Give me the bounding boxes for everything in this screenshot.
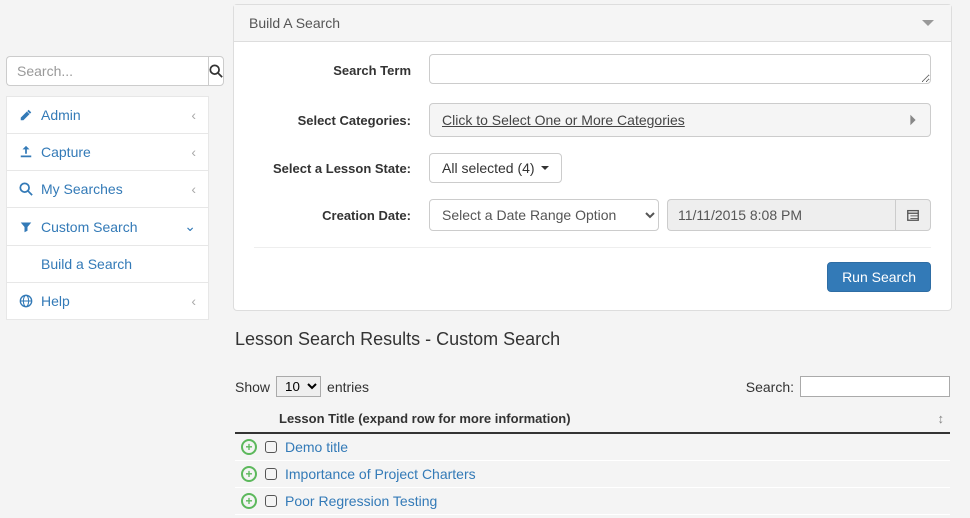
date-display — [667, 199, 895, 231]
search-input[interactable] — [6, 56, 208, 86]
lesson-link[interactable]: Importance of Project Charters — [285, 466, 476, 482]
sidebar-item-my-searches[interactable]: My Searches ‹ — [6, 171, 209, 208]
categories-select[interactable]: Click to Select One or More Categories — [429, 103, 931, 137]
calendar-button[interactable] — [895, 199, 931, 231]
table-row: + Poor Regression Testing — [235, 488, 950, 515]
globe-icon — [19, 294, 33, 308]
table-row: + Importance of Project Charters — [235, 461, 950, 488]
label-search-term: Search Term — [254, 63, 429, 78]
label-categories: Select Categories: — [254, 113, 429, 128]
label-lesson-state: Select a Lesson State: — [254, 161, 429, 176]
chevron-right-icon — [908, 113, 918, 127]
calendar-icon — [906, 208, 920, 222]
show-label-post: entries — [327, 379, 369, 395]
results-table: Lesson Title (expand row for more inform… — [235, 405, 950, 518]
results-search-label: Search: — [746, 379, 794, 395]
upload-icon — [19, 145, 33, 159]
chevron-down-icon — [920, 15, 936, 31]
row-checkbox[interactable] — [265, 468, 277, 480]
lesson-state-value: All selected (4) — [442, 160, 535, 176]
expand-row-button[interactable]: + — [241, 493, 257, 509]
table-row: +Realistic Estimation Yields Less Schedu… — [235, 515, 950, 518]
sidebar-item-capture[interactable]: Capture ‹ — [6, 134, 209, 171]
sidebar-item-label: Build a Search — [41, 256, 132, 272]
main-content: Build A Search Search Term Select Catego… — [215, 0, 970, 518]
sidebar-item-label: Admin — [41, 107, 81, 123]
sidebar-item-help[interactable]: Help ‹ — [6, 283, 209, 320]
show-label-pre: Show — [235, 379, 270, 395]
expand-row-button[interactable]: + — [241, 439, 257, 455]
panel-body: Search Term Select Categories: Click to … — [234, 42, 951, 310]
sidebar-item-custom-search[interactable]: Custom Search ⌄ — [6, 208, 209, 246]
sidebar-item-build-search[interactable]: Build a Search — [6, 246, 209, 283]
sidebar-item-label: My Searches — [41, 181, 123, 197]
sidebar-item-label: Capture — [41, 144, 91, 160]
column-header-lesson-title[interactable]: Lesson Title (expand row for more inform… — [235, 405, 950, 433]
table-row: + Demo title — [235, 433, 950, 461]
divider — [254, 247, 931, 248]
lesson-state-select[interactable]: All selected (4) — [429, 153, 562, 183]
results-heading: Lesson Search Results - Custom Search — [235, 329, 950, 350]
sidebar-item-label: Custom Search — [41, 219, 137, 235]
sidebar-nav: Admin ‹ Capture ‹ My Searches ‹ Custom S… — [6, 96, 209, 320]
sidebar-item-admin[interactable]: Admin ‹ — [6, 96, 209, 134]
panel-title: Build A Search — [249, 15, 340, 31]
sidebar-search — [6, 56, 209, 86]
sidebar: Admin ‹ Capture ‹ My Searches ‹ Custom S… — [0, 0, 215, 518]
page-size-select[interactable]: 10 — [276, 376, 321, 397]
label-creation-date: Creation Date: — [254, 208, 429, 223]
sidebar-item-label: Help — [41, 293, 70, 309]
chevron-left-icon: ‹ — [191, 144, 196, 160]
sort-icon: ↕ — [938, 411, 943, 426]
chevron-left-icon: ‹ — [191, 181, 196, 197]
chevron-left-icon: ‹ — [191, 107, 196, 123]
expand-row-button[interactable]: + — [241, 466, 257, 482]
run-search-button[interactable]: Run Search — [827, 262, 931, 292]
build-search-panel: Build A Search Search Term Select Catego… — [233, 4, 952, 311]
edit-icon — [19, 108, 33, 122]
search-term-input[interactable] — [429, 54, 931, 84]
results-search-input[interactable] — [800, 376, 950, 397]
categories-placeholder: Click to Select One or More Categories — [442, 112, 908, 128]
date-range-select[interactable]: Select a Date Range Option — [429, 199, 659, 231]
lesson-link[interactable]: Demo title — [285, 439, 348, 455]
row-checkbox[interactable] — [265, 441, 277, 453]
filter-icon — [19, 221, 33, 233]
search-icon — [19, 182, 33, 196]
caret-down-icon — [541, 166, 549, 170]
chevron-down-icon: ⌄ — [184, 218, 196, 235]
results-controls: Show 10 entries Search: — [235, 376, 950, 397]
chevron-left-icon: ‹ — [191, 293, 196, 309]
row-checkbox[interactable] — [265, 495, 277, 507]
panel-heading[interactable]: Build A Search — [234, 5, 951, 42]
lesson-link[interactable]: Poor Regression Testing — [285, 493, 437, 509]
